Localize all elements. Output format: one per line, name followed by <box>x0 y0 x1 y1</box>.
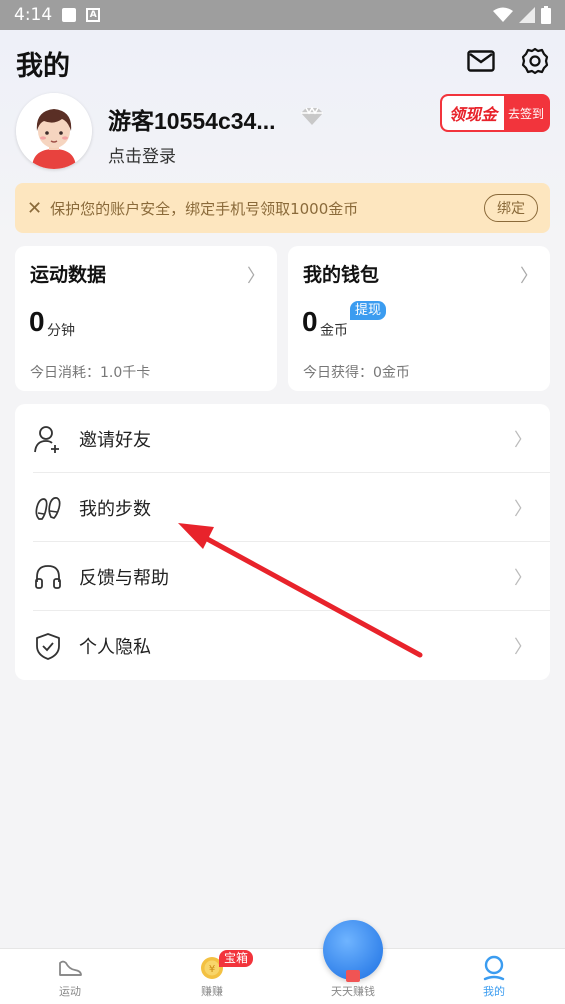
menu-item-label: 个人隐私 <box>79 636 151 658</box>
app-notification-icon: A <box>86 8 101 22</box>
withdraw-tag[interactable]: 提现 <box>350 301 387 320</box>
status-bar: 4:14 A <box>0 0 565 30</box>
menu-item-invite-friends[interactable]: 邀请好友 〉 <box>15 404 550 473</box>
gift-icon <box>346 970 360 982</box>
wallet-coins-value: 0 <box>302 306 318 337</box>
close-icon[interactable]: ✕ <box>27 198 42 219</box>
treasure-box-badge: 宝箱 <box>219 950 254 967</box>
settings-button[interactable] <box>518 44 552 78</box>
sneaker-icon <box>57 955 83 981</box>
image-notification-icon <box>62 8 77 22</box>
gear-icon <box>521 47 549 75</box>
menu-list: 邀请好友 〉 我的步数 〉 反馈与帮助 〉 个人隐私 〉 <box>15 404 550 680</box>
checkin-sub-label: 去签到 <box>507 106 544 121</box>
menu-item-label: 我的步数 <box>79 498 151 520</box>
user-plus-icon <box>33 424 63 454</box>
sports-unit: 分钟 <box>47 323 75 339</box>
tab-label: 我的 <box>483 985 505 998</box>
chevron-right-icon: 〉 <box>514 498 532 520</box>
wifi-icon <box>493 7 513 22</box>
menu-item-label: 反馈与帮助 <box>79 567 169 589</box>
wallet-unit: 金币 <box>320 323 348 339</box>
headphones-icon <box>33 562 63 592</box>
menu-item-my-steps[interactable]: 我的步数 〉 <box>15 473 550 542</box>
diamond-vip-icon <box>301 106 323 125</box>
page-title: 我的 <box>16 51 70 82</box>
wallet-card[interactable]: 我的钱包 〉 提现 0 金币 今日获得：0金币 <box>288 246 550 391</box>
tab-label: 赚赚 <box>201 985 223 998</box>
menu-item-feedback-help[interactable]: 反馈与帮助 〉 <box>15 542 550 611</box>
tab-mine[interactable]: 我的 <box>454 949 534 1004</box>
shield-check-icon <box>33 631 63 661</box>
checkin-button[interactable]: 领现金 去签到 <box>440 94 550 132</box>
svg-text:¥: ¥ <box>209 964 215 975</box>
sports-data-card[interactable]: 运动数据 〉 0 分钟 今日消耗：1.0千卡 <box>15 246 277 391</box>
tab-sports[interactable]: 运动 <box>30 949 110 1004</box>
chevron-right-icon: 〉 <box>514 636 532 658</box>
battery-icon <box>541 6 551 24</box>
chevron-right-icon: 〉 <box>514 429 532 451</box>
card-title: 我的钱包 <box>303 264 380 286</box>
sports-footer: 今日消耗：1.0千卡 <box>30 365 151 381</box>
clock: 4:14 <box>14 5 53 25</box>
person-icon <box>481 955 507 981</box>
menu-item-label: 邀请好友 <box>79 429 151 451</box>
tab-label: 运动 <box>59 985 81 998</box>
checkin-main-label: 领现金 <box>442 96 504 130</box>
footprints-icon <box>33 493 63 523</box>
chevron-right-icon: 〉 <box>520 266 538 287</box>
avatar[interactable] <box>16 93 92 169</box>
bottom-tab-bar: 运动 ¥ 赚赚 天天赚钱 我的 <box>0 948 565 1004</box>
tab-label: 天天赚钱 <box>331 985 375 998</box>
wallet-footer: 今日获得：0金币 <box>303 365 410 381</box>
card-title: 运动数据 <box>30 264 107 286</box>
menu-item-privacy[interactable]: 个人隐私 〉 <box>15 611 550 680</box>
login-link[interactable]: 点击登录 <box>108 142 176 167</box>
notice-text: 保护您的账户安全，绑定手机号领取1000金币 <box>50 199 359 218</box>
mail-icon <box>467 50 495 72</box>
sports-minutes-value: 0 <box>29 306 45 337</box>
chevron-right-icon: 〉 <box>514 567 532 589</box>
bind-phone-notice: ✕ 保护您的账户安全，绑定手机号领取1000金币 绑定 <box>15 183 550 233</box>
signal-icon <box>519 7 535 23</box>
bind-button[interactable]: 绑定 <box>484 194 538 222</box>
avatar-illustration-icon <box>16 93 92 169</box>
chevron-right-icon: 〉 <box>247 266 265 287</box>
username[interactable]: 游客10554c34... <box>108 102 276 136</box>
mail-button[interactable] <box>464 44 498 78</box>
